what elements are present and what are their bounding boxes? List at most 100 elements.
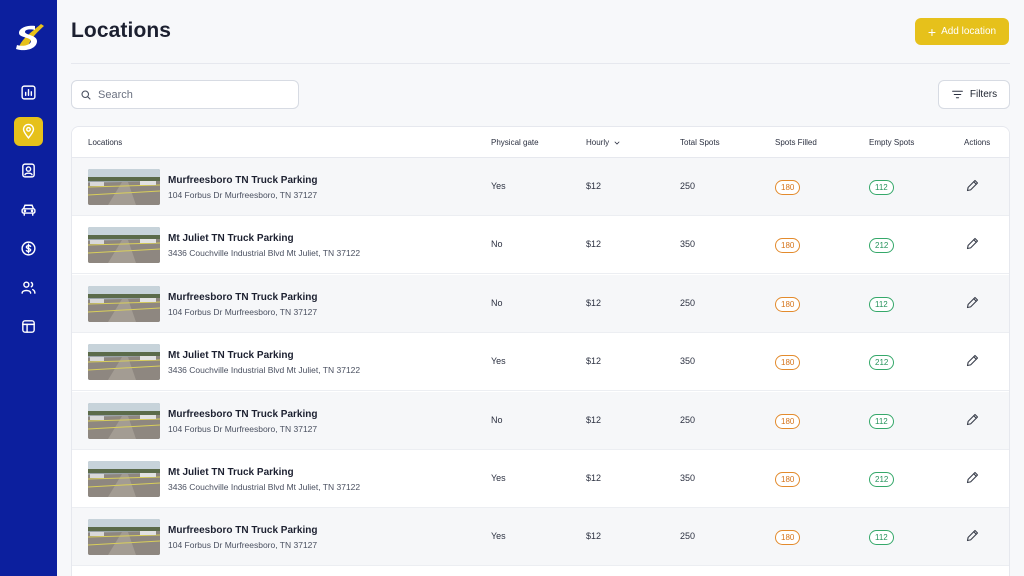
table-row[interactable]: Murfreesboro TN Truck Parking 104 Forbus… — [72, 508, 1009, 567]
table-row[interactable]: Murfreesboro TN Truck Parking 104 Forbus… — [72, 158, 1009, 216]
add-location-label: Add location — [941, 26, 997, 37]
location-name: Murfreesboro TN Truck Parking — [168, 408, 318, 420]
spots-filled-badge: 180 — [775, 238, 801, 254]
hourly-rate: $12 — [586, 356, 602, 367]
physical-gate-value: No — [491, 297, 503, 308]
location-thumbnail — [88, 461, 160, 497]
add-location-button[interactable]: + Add location — [915, 18, 1009, 45]
location-name: Murfreesboro TN Truck Parking — [168, 175, 318, 186]
car-icon — [21, 204, 36, 216]
filters-label: Filters — [969, 89, 998, 100]
column-header-hourly[interactable]: Hourly — [586, 127, 621, 158]
physical-gate-value: No — [491, 414, 503, 425]
location-address: 3436 Couchville Industrial Blvd Mt Julie… — [168, 248, 361, 259]
spots-filled-badge: 180 — [775, 413, 801, 429]
table-row[interactable]: Mt Juliet TN Truck Parking 3436 Couchvil… — [72, 450, 1009, 508]
column-header-empty-spots[interactable]: Empty Spots — [869, 127, 914, 158]
location-thumbnail — [88, 169, 160, 205]
spots-filled-badge: 180 — [775, 472, 801, 487]
locations-table: Locations Physical gate Hourly Total Spo… — [71, 126, 1010, 576]
total-spots: 250 — [680, 414, 696, 425]
column-header-actions: Actions — [964, 138, 991, 147]
total-spots: 250 — [680, 181, 696, 191]
edit-icon[interactable] — [965, 353, 980, 368]
table-row[interactable]: Murfreesboro TN Truck Parking 104 Forbus… — [72, 274, 1009, 333]
total-spots: 350 — [680, 239, 696, 250]
physical-gate-value: Yes — [491, 356, 506, 367]
empty-spots-badge: 112 — [869, 530, 894, 546]
search-box[interactable] — [71, 80, 299, 109]
empty-spots-badge: 112 — [869, 180, 894, 195]
sidebar-item-locations[interactable] — [14, 117, 43, 146]
physical-gate-value: No — [491, 239, 503, 250]
sidebar-item-payments[interactable] — [14, 234, 43, 263]
physical-gate-value: Yes — [491, 473, 506, 483]
location-name: Murfreesboro TN Truck Parking — [168, 525, 318, 537]
edit-icon[interactable] — [965, 528, 980, 543]
table-row[interactable]: Murfreesboro TN Truck Parking 104 Forbus… — [72, 391, 1009, 450]
brand-logo[interactable] — [13, 20, 47, 54]
empty-spots-badge: 212 — [869, 472, 895, 487]
chart-icon — [21, 85, 36, 100]
column-header-locations[interactable]: Locations — [88, 127, 122, 158]
location-name: Mt Juliet TN Truck Parking — [168, 467, 294, 478]
edit-icon[interactable] — [965, 412, 980, 427]
sidebar-item-vehicles[interactable] — [14, 195, 43, 224]
sidebar-item-users[interactable] — [14, 273, 43, 302]
column-header-spots-filled[interactable]: Spots Filled — [775, 127, 817, 158]
dollar-icon — [21, 241, 36, 256]
search-icon — [81, 89, 91, 100]
plus-icon: + — [927, 23, 937, 40]
table-row[interactable]: Mt Juliet TN Truck Parking 3436 Couchvil… — [72, 333, 1009, 392]
edit-icon[interactable] — [965, 470, 980, 485]
spots-filled-badge: 180 — [775, 180, 801, 195]
location-address: 3436 Couchville Industrial Blvd Mt Julie… — [168, 482, 361, 492]
location-name: Murfreesboro TN Truck Parking — [168, 291, 318, 303]
empty-spots-badge: 112 — [869, 296, 894, 312]
sidebar-item-dashboard[interactable] — [14, 78, 43, 107]
sidebar-item-layout[interactable] — [14, 312, 43, 341]
layout-icon — [22, 320, 35, 333]
page-title: Locations — [71, 19, 172, 42]
hourly-rate: $12 — [586, 239, 602, 250]
filters-button[interactable]: Filters — [938, 80, 1010, 109]
hourly-rate: $12 — [586, 414, 602, 425]
spots-filled-badge: 180 — [775, 355, 801, 371]
hourly-rate: $12 — [586, 531, 602, 542]
hourly-rate: $12 — [586, 473, 602, 483]
location-thumbnail — [88, 519, 160, 556]
table-row[interactable]: Mt Juliet TN Truck Parking 3436 Couchvil… — [72, 216, 1009, 275]
chevron-down-icon — [614, 141, 620, 145]
total-spots: 350 — [680, 473, 696, 483]
location-thumbnail — [88, 402, 160, 439]
map-pin-icon — [22, 123, 35, 139]
location-name: Mt Juliet TN Truck Parking — [168, 350, 294, 362]
hourly-rate: $12 — [586, 297, 602, 308]
column-header-hourly-label: Hourly — [586, 138, 610, 147]
edit-icon[interactable] — [965, 295, 980, 310]
main-content: Locations + Add location Filters Locatio… — [57, 0, 1024, 576]
table-header: Locations Physical gate Hourly Total Spo… — [72, 127, 1009, 158]
location-address: 104 Forbus Dr Murfreesboro, TN 37127 — [168, 306, 318, 317]
empty-spots-badge: 112 — [869, 413, 894, 429]
location-thumbnail — [88, 227, 160, 264]
column-header-total-spots[interactable]: Total Spots — [680, 127, 720, 158]
column-header-physical-gate[interactable]: Physical gate — [491, 127, 539, 158]
location-address: 104 Forbus Dr Murfreesboro, TN 37127 — [168, 190, 318, 200]
location-address: 3436 Couchville Industrial Blvd Mt Julie… — [168, 365, 361, 376]
location-thumbnail — [88, 285, 160, 322]
spots-filled-badge: 180 — [775, 296, 801, 312]
edit-icon[interactable] — [965, 178, 980, 193]
filter-icon — [951, 90, 963, 99]
users-icon — [21, 281, 36, 294]
empty-spots-badge: 212 — [869, 355, 895, 371]
edit-icon[interactable] — [965, 236, 980, 251]
id-card-icon — [22, 163, 35, 178]
total-spots: 350 — [680, 356, 696, 367]
physical-gate-value: Yes — [491, 181, 506, 191]
search-input[interactable] — [98, 88, 278, 101]
hourly-rate: $12 — [586, 181, 602, 191]
sidebar-item-contacts[interactable] — [14, 156, 43, 185]
header-divider — [71, 63, 1010, 64]
total-spots: 250 — [680, 297, 696, 308]
